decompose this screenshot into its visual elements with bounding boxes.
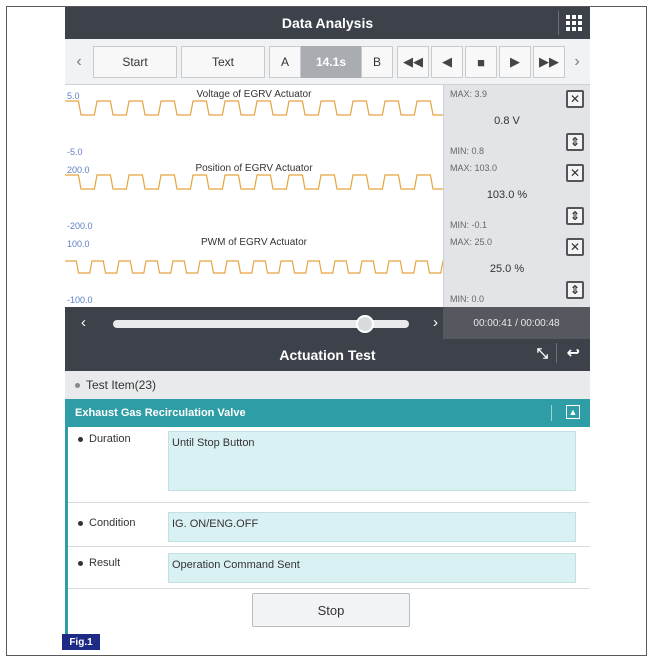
progress-track[interactable] [113,315,409,333]
graph-plot: Position of EGRV Actuator 200.0 -200.0 [65,159,443,233]
duration-row: Duration Until Stop Button [68,427,590,503]
return-icon[interactable]: ↩ [555,343,580,363]
current-value: 25.0 % [489,263,525,275]
graph-stats: MAX: 103.0 103.0 % MIN: -0.1 ✕ ⇕ [443,159,590,233]
current-value: 103.0 % [486,189,528,201]
step-back-button[interactable]: ◀ [431,46,463,78]
play-button[interactable]: ▶ [499,46,531,78]
stop-icon: ■ [477,54,485,70]
figure-label: Fig.1 [62,634,100,650]
progress-thumb[interactable] [355,315,374,333]
rewind-icon: ◀◀ [403,54,423,69]
marker-a-button[interactable]: A [269,46,301,78]
expand-icon[interactable]: ⇕ [566,281,584,299]
play-icon: ▶ [510,54,520,69]
rewind-button[interactable]: ◀◀ [397,46,429,78]
section-title: Exhaust Gas Recirculation Valve [75,407,246,419]
close-icon[interactable]: ✕ [566,238,584,256]
test-item-label: Test Item(23) [86,378,157,392]
result-row: Result Operation Command Sent [68,547,590,589]
max-value: MAX: 103.0 [450,163,498,173]
result-value: Operation Command Sent [168,553,576,583]
bullet-icon [75,382,80,388]
section-header[interactable]: Exhaust Gas Recirculation Valve ▲ [65,399,590,427]
current-value: 0.8 V [494,115,520,127]
chevron-left-icon[interactable]: ‹ [67,46,91,78]
y-max-label: 200.0 [67,165,90,175]
max-value: MAX: 3.9 [450,89,488,99]
expand-icon[interactable]: ⇕ [566,133,584,151]
graph-title: Position of EGRV Actuator [195,163,313,174]
start-button[interactable]: Start [93,46,177,78]
duration-label: Duration [78,433,131,445]
min-value: MIN: -0.1 [450,220,488,230]
fast-forward-icon: ▶▶ [539,54,559,69]
y-min-label: -100.0 [67,295,93,305]
max-value: MAX: 25.0 [450,237,493,247]
page-title: Data Analysis [281,15,374,31]
graph-title: Voltage of EGRV Actuator [196,89,312,100]
close-icon[interactable]: ✕ [566,164,584,182]
condition-row: Condition IG. ON/ENG.OFF [68,503,590,547]
stop-button[interactable]: Stop [252,593,410,627]
actuation-title: Actuation Test [279,347,376,363]
step-back-icon: ◀ [442,54,452,69]
condition-value: IG. ON/ENG.OFF [168,512,576,542]
graph-plot: Voltage of EGRV Actuator 5.0 -5.0 [65,85,443,159]
stop-media-button[interactable]: ■ [465,46,497,78]
scrub-right-chevron-icon[interactable]: › [433,314,438,331]
chevron-right-icon[interactable]: › [565,46,589,78]
graph-stats: MAX: 3.9 0.8 V MIN: 0.8 ✕ ⇕ [443,85,590,159]
y-min-label: -200.0 [67,221,93,231]
graph-plot: PWM of EGRV Actuator 100.0 -100.0 [65,233,443,307]
playback-scrubber: ‹ › 00:00:41 / 00:00:48 [65,307,590,339]
graph-position: Position of EGRV Actuator 200.0 -200.0 M… [65,159,590,233]
graph-pwm: PWM of EGRV Actuator 100.0 -100.0 MAX: 2… [65,233,590,307]
y-max-label: 100.0 [67,239,90,249]
graph-stats: MAX: 25.0 25.0 % MIN: 0.0 ✕ ⇕ [443,233,590,307]
graph-voltage: Voltage of EGRV Actuator 5.0 -5.0 MAX: 3… [65,85,590,159]
playback-toolbar: ‹ Start Text A 14.1s B ◀◀ ◀ ■ ▶ ▶▶ › [65,39,590,85]
min-value: MIN: 0.8 [450,146,485,156]
divider [551,405,552,421]
playback-time: 00:00:41 / 00:00:48 [443,307,590,339]
duration-value: Until Stop Button [168,431,576,491]
cursor-select-icon[interactable]: ⤡ [537,345,548,362]
y-min-label: -5.0 [67,147,83,157]
text-button[interactable]: Text [181,46,265,78]
test-item-header[interactable]: Test Item(23) [65,371,590,399]
y-max-label: 5.0 [67,91,80,101]
scrub-left-chevron-icon[interactable]: ‹ [81,314,86,331]
condition-label: Condition [78,517,135,529]
marker-b-button[interactable]: B [361,46,393,78]
actuation-test-titlebar: Actuation Test ⤡ ↩ [65,339,590,371]
expand-icon[interactable]: ⇕ [566,207,584,225]
close-icon[interactable]: ✕ [566,90,584,108]
data-analysis-titlebar: Data Analysis [65,7,590,39]
time-marker-display: 14.1s [301,46,361,78]
min-value: MIN: 0.0 [450,294,485,304]
collapse-icon[interactable]: ▲ [566,405,580,419]
actuation-details: Duration Until Stop Button Condition IG.… [65,427,590,635]
result-label: Result [78,557,120,569]
grid-menu-icon[interactable] [558,11,584,35]
diagnostic-screen: Data Analysis ‹ Start Text A 14.1s B ◀◀ … [65,7,590,635]
graph-title: PWM of EGRV Actuator [201,237,307,248]
fast-forward-button[interactable]: ▶▶ [533,46,565,78]
